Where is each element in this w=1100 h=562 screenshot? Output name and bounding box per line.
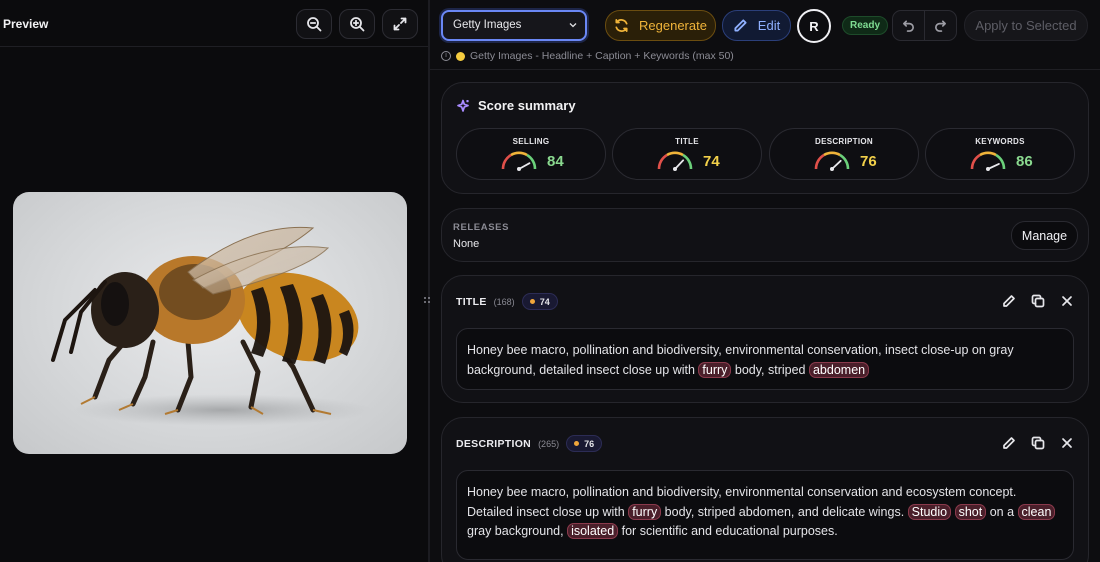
score-summary-card: Score summary SELLING 84 TITLE 74 DESCRIPTIO… [441,82,1089,194]
title-actions [1002,294,1074,308]
copy-icon [1031,436,1045,450]
preset-select[interactable]: Getty Images [441,10,587,41]
description-actions [1002,436,1074,450]
score-pill-selling: SELLING 84 [456,128,606,180]
score-label: TITLE [675,137,699,146]
gauge-icon [501,151,537,171]
flagged-word: shot [954,503,987,520]
edit-label: Edit [757,18,781,33]
chevron-down-icon [569,23,577,28]
preset-select-value: Getty Images [453,19,522,31]
flagged-word: Studio [907,503,952,520]
zoom-out-button[interactable] [296,9,332,39]
history-controls [892,10,957,41]
flagged-word: abdomen [808,361,870,378]
edit-button[interactable]: Edit [722,10,791,41]
title-score-badge: 74 [521,293,558,310]
metadata-pane: Getty Images Regenerate Edit R Ready App… [430,0,1100,562]
text-segment: body, striped abdomen, and delicate wing… [661,504,908,519]
undo-icon [903,20,915,32]
toolbar: Getty Images Regenerate Edit R Ready App… [430,0,1100,70]
copy-icon [1031,294,1045,308]
pencil-icon [1003,437,1015,449]
title-char-count: (168) [493,296,515,307]
regenerate-button[interactable]: Regenerate [605,10,716,41]
text-segment: body, striped [731,362,809,377]
score-label: DESCRIPTION [815,137,873,146]
text-segment: on a [986,504,1018,519]
refresh-icon [615,18,628,33]
title-clear-button[interactable] [1060,294,1074,308]
undo-button[interactable] [893,11,924,40]
close-icon [1062,296,1072,306]
score-label: SELLING [512,137,550,146]
score-value: 86 [1016,153,1033,170]
zoom-in-button[interactable] [339,9,375,39]
flagged-word: isolated [567,523,619,539]
user-avatar[interactable]: R [797,9,831,43]
flagged-word: furry [628,503,662,520]
score-summary-label: Score summary [478,98,576,113]
score-value: 76 [860,153,877,170]
info-icon: i [441,51,451,61]
description-header: DESCRIPTION (265) 76 [456,435,603,452]
score-pill-keywords: KEYWORDS 86 [925,128,1075,180]
score-pill-title: TITLE 74 [612,128,762,180]
apply-to-selected-button[interactable]: Apply to Selected [964,10,1088,41]
preview-pane: Preview [0,0,428,562]
description-clear-button[interactable] [1060,436,1074,450]
score-value: 84 [547,153,564,170]
preview-header: Preview [0,0,428,47]
flagged-word: clean [1017,503,1056,520]
description-text[interactable]: Honey bee macro, pollination and biodive… [456,470,1074,560]
preset-hint-text: Getty Images - Headline + Caption + Keyw… [470,50,734,62]
releases-label: RELEASES [453,222,510,233]
score-summary-title: Score summary [456,98,576,113]
gauge-icon [814,151,850,171]
description-char-count: (265) [538,438,560,449]
description-score-value: 76 [584,438,595,449]
title-text[interactable]: Honey bee macro, pollination and biodive… [456,328,1074,390]
bee-preview-image [13,192,407,454]
regenerate-label: Regenerate [639,18,707,33]
score-pill-description: DESCRIPTION 76 [769,128,919,180]
expand-button[interactable] [382,9,418,39]
releases-value: None [453,238,480,250]
gauge-icon [970,151,1006,171]
close-icon [1062,438,1072,448]
description-edit-button[interactable] [1002,436,1016,450]
description-score-badge: 76 [566,435,603,452]
pencil-icon [734,19,747,32]
preview-title: Preview [3,17,49,31]
title-header: TITLE (168) 74 [456,293,558,310]
title-edit-button[interactable] [1002,294,1016,308]
redo-icon [935,20,947,32]
preset-hint: i Getty Images - Headline + Caption + Ke… [441,50,734,62]
redo-button[interactable] [924,11,956,40]
title-field-name: TITLE [456,295,487,308]
zoom-in-icon [350,17,365,32]
description-card: DESCRIPTION (265) 76 Honey bee macro, po… [441,417,1089,562]
zoom-out-icon [307,17,322,32]
flagged-word: furry [698,361,732,378]
text-segment: for scientific and educational purposes. [618,524,838,538]
sparkle-icon [457,99,469,112]
manage-button[interactable]: Manage [1011,221,1078,250]
bee-illustration [51,226,373,426]
pencil-icon [1003,295,1015,307]
score-value: 74 [703,153,720,170]
description-field-name: DESCRIPTION [456,437,532,450]
text-segment: gray background, [467,524,568,538]
expand-icon [393,17,407,31]
description-copy-button[interactable] [1031,436,1045,450]
title-card: TITLE (168) 74 Honey bee macro, pollinat… [441,275,1089,403]
preset-dot-icon [456,51,465,61]
score-label: KEYWORDS [975,137,1025,146]
title-score-value: 74 [539,296,550,307]
gauge-icon [657,151,693,171]
status-badge: Ready [842,16,889,35]
title-copy-button[interactable] [1031,294,1045,308]
releases-card: RELEASES None Manage [441,208,1089,262]
